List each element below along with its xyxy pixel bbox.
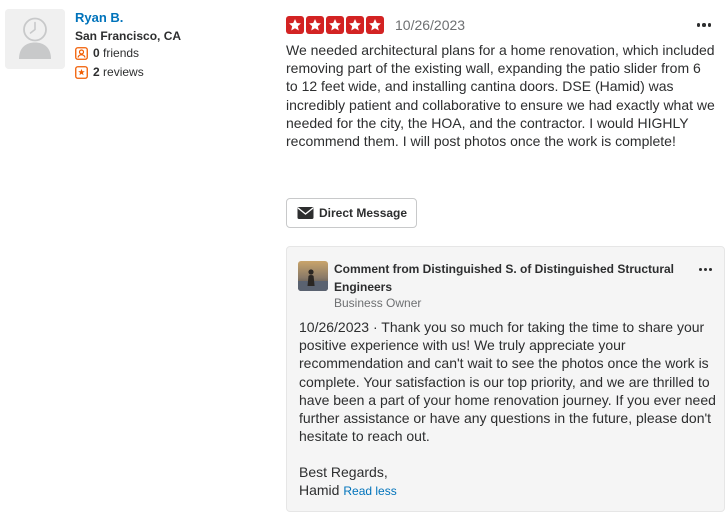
envelope-icon — [297, 207, 314, 219]
comment-date-separator: · — [372, 319, 378, 335]
comment-heading: Comment from Distinguished S. of Disting… — [334, 262, 675, 294]
reviews-label: reviews — [103, 65, 144, 79]
star-icon — [326, 16, 344, 34]
more-options-icon — [698, 267, 702, 271]
reviews-count: 2 — [93, 65, 100, 79]
comment-text: Thank you so much for taking the time to… — [299, 319, 716, 445]
star-rating — [286, 16, 384, 34]
comment-closing: Best Regards, — [299, 464, 388, 480]
more-options-icon-dot — [708, 267, 712, 271]
owner-role: Business Owner — [334, 296, 422, 310]
comment-signature: Hamid — [299, 482, 340, 499]
comment-sign-off: Best Regards, Hamid Read less — [299, 463, 717, 500]
friends-label: friends — [103, 46, 140, 60]
direct-message-button[interactable]: Direct Message — [286, 198, 418, 228]
comment-more-options-button[interactable] — [695, 261, 715, 277]
more-options-icon-dot — [703, 267, 707, 271]
friends-stat: 0 friends — [75, 46, 139, 60]
star-icon — [306, 16, 324, 34]
user-avatar[interactable] — [5, 9, 65, 69]
star-icon — [366, 16, 384, 34]
friends-count: 0 — [93, 46, 100, 60]
more-options-icon-dot — [702, 23, 706, 27]
comment-body: 10/26/2023 · Thank you so much for takin… — [299, 318, 717, 445]
star-icon — [346, 16, 364, 34]
more-options-icon-dot — [707, 23, 712, 27]
reviews-stat: 2 reviews — [75, 65, 144, 79]
user-name-link[interactable]: Ryan B. — [75, 10, 123, 25]
read-less-link[interactable]: Read less — [343, 484, 396, 498]
review-card: Ryan B. San Francisco, CA 0 friends 2 re… — [0, 0, 726, 518]
more-options-button[interactable] — [694, 16, 714, 34]
owner-comment: Comment from Distinguished S. of Disting… — [286, 246, 725, 512]
business-owner-photo[interactable] — [298, 261, 328, 291]
review-date: 10/26/2023 — [395, 17, 466, 33]
owner-photo-image — [298, 261, 328, 291]
star-icon — [286, 16, 304, 34]
comment-date: 10/26/2023 — [299, 319, 370, 335]
more-options-icon — [696, 23, 701, 27]
review-text: We needed architectural plans for a home… — [286, 42, 715, 150]
friends-icon — [75, 46, 88, 60]
direct-message-label: Direct Message — [319, 206, 408, 220]
user-location: San Francisco, CA — [75, 29, 182, 43]
comment-signature-line: Hamid Read less — [299, 481, 717, 500]
reviews-star-icon — [75, 65, 88, 79]
default-user-icon — [5, 9, 65, 69]
